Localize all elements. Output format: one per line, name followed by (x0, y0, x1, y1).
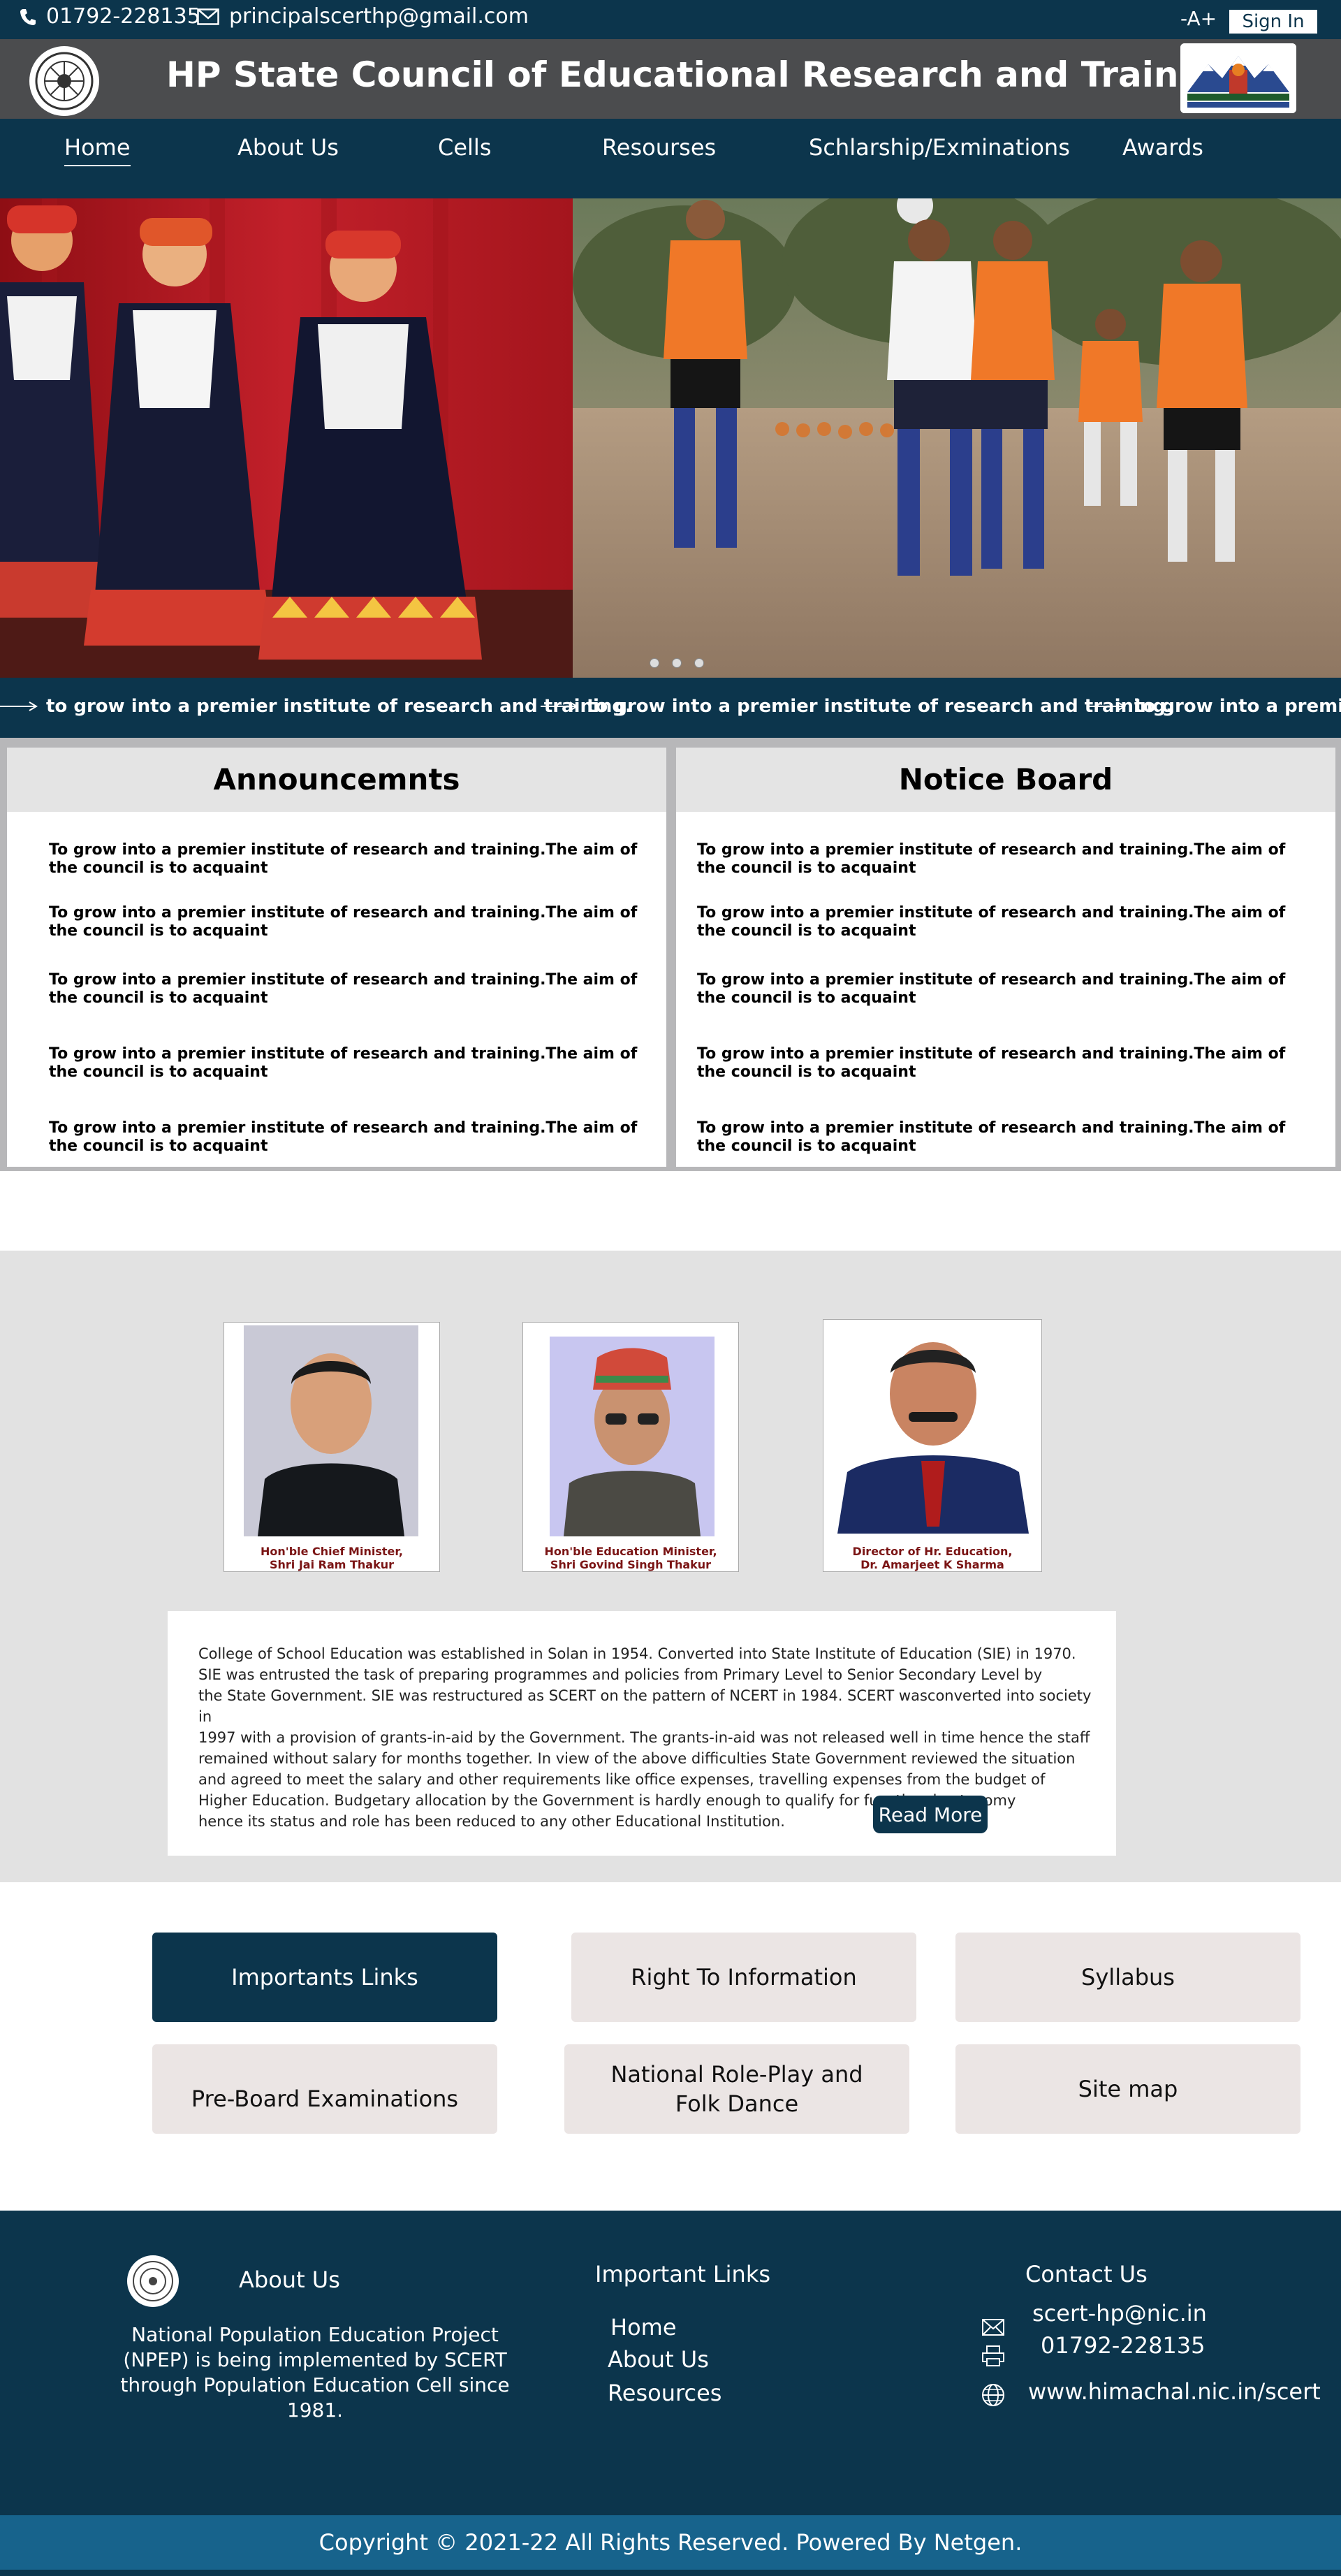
official-card-education-minister: Hon'ble Education Minister, Shri Govind … (522, 1322, 739, 1572)
footer-contact-website[interactable]: www.himachal.nic.in/scert (1028, 2378, 1321, 2405)
official-caption-line1: Hon'ble Chief Minister, (261, 1545, 403, 1558)
right-to-information-button[interactable]: Right To Information (571, 1933, 916, 2022)
footer-link-home[interactable]: Home (610, 2314, 677, 2341)
national-role-play-folk-dance-button[interactable]: National Role-Play and Folk Dance (564, 2044, 909, 2134)
scert-emblem-logo[interactable] (29, 46, 99, 116)
announcement-item[interactable]: To grow into a premier institute of rese… (49, 841, 650, 878)
nav-home[interactable]: Home (64, 134, 131, 166)
email-contact[interactable]: principalscerthp@gmail.com (197, 4, 529, 29)
notice-item[interactable]: To grow into a premier institute of rese… (697, 971, 1298, 1007)
copyright-bar: Copyright © 2021-22 All Rights Reserved.… (0, 2515, 1341, 2570)
nav-resources[interactable]: Resourses (602, 134, 716, 161)
emblem-icon (133, 2261, 173, 2301)
notice-item[interactable]: To grow into a premier institute of rese… (697, 1045, 1298, 1082)
mail-icon (982, 2319, 1004, 2336)
syllabus-button[interactable]: Syllabus (955, 1933, 1300, 2022)
ticker-text: to grow into a premier institute of rese… (587, 696, 1173, 717)
nav-awards[interactable]: Awards (1122, 134, 1203, 161)
himachal-government-logo[interactable] (1180, 43, 1296, 113)
official-card-chief-minister: Hon'ble Chief Minister, Shri Jai Ram Tha… (224, 1322, 440, 1572)
about-summary-box: College of School Education was establis… (168, 1611, 1116, 1856)
announcements-panel: Announcemnts To grow into a premier inst… (7, 748, 666, 1167)
arrow-right-icon (0, 701, 38, 711)
footer-link-resources[interactable]: Resources (608, 2380, 721, 2406)
announcement-item[interactable]: To grow into a premier institute of rese… (49, 1045, 650, 1082)
font-size-control[interactable]: -A+ (1180, 7, 1217, 30)
announcement-item[interactable]: To grow into a premier institute of rese… (49, 904, 650, 940)
ticker-item[interactable]: to grow into a premier institute of rese… (0, 696, 632, 717)
important-links-button[interactable]: Importants Links (152, 1933, 497, 2022)
slider-dot-1[interactable] (650, 658, 659, 668)
nav-scholarship-examinations[interactable]: Schlarship/Exminations (809, 134, 1070, 161)
pre-board-examinations-button[interactable]: Pre-Board Examinations (152, 2044, 497, 2134)
nav-about-us[interactable]: About Us (237, 134, 339, 161)
email-address[interactable]: principalscerthp@gmail.com (229, 4, 529, 29)
notice-item[interactable]: To grow into a premier institute of rese… (697, 904, 1298, 940)
hero-slider[interactable] (0, 198, 1341, 678)
slider-dots (650, 658, 704, 668)
chief-minister-photo (244, 1325, 418, 1536)
footer-about-text: National Population Education Project (N… (120, 2323, 510, 2422)
nav-cells[interactable]: Cells (438, 134, 491, 161)
notice-board-title: Notice Board (676, 748, 1335, 812)
footer-contact-phone: 01792-228135 (1041, 2332, 1206, 2359)
announcement-item[interactable]: To grow into a premier institute of rese… (49, 971, 650, 1007)
phone-contact: 01792-228135 (20, 4, 200, 29)
site-header: HP State Council of Educational Research… (0, 39, 1341, 119)
hero-slide-image (0, 198, 1341, 678)
official-caption-line2: Dr. Amarjeet K Sharma (860, 1558, 1004, 1571)
slider-dot-2[interactable] (672, 658, 682, 668)
education-minister-photo (550, 1337, 715, 1536)
official-caption-line1: Director of Hr. Education, (852, 1545, 1013, 1558)
slider-dot-3[interactable] (694, 658, 704, 668)
top-contact-bar: 01792-228135 principalscerthp@gmail.com … (0, 0, 1341, 39)
announcements-title: Announcemnts (7, 748, 666, 812)
notice-item[interactable]: To grow into a premier institute of rese… (697, 1119, 1298, 1156)
footer-link-about-us[interactable]: About Us (608, 2346, 709, 2373)
main-navigation: Home About Us Cells Resourses Schlarship… (0, 119, 1341, 198)
official-caption-line1: Hon'ble Education Minister, (544, 1545, 717, 1558)
sign-in-button[interactable]: Sign In (1229, 10, 1317, 34)
arrow-right-icon (541, 701, 578, 711)
notice-board-panel: Notice Board To grow into a premier inst… (676, 748, 1335, 1167)
official-caption-line2: Shri Jai Ram Thakur (269, 1558, 395, 1571)
announcement-item[interactable]: To grow into a premier institute of rese… (49, 1119, 650, 1156)
footer-links-title: Important Links (595, 2261, 771, 2287)
read-more-button[interactable]: Read More (873, 1796, 988, 1833)
boards-section: Announcemnts To grow into a premier inst… (0, 738, 1341, 1171)
footer-contact-email[interactable]: scert-hp@nic.in (1032, 2300, 1207, 2327)
notice-item[interactable]: To grow into a premier institute of rese… (697, 841, 1298, 878)
official-caption-line2: Shri Govind Singh Thakur (550, 1558, 712, 1571)
mail-icon (197, 8, 219, 25)
site-title: HP State Council of Educational Research… (166, 54, 1240, 95)
news-ticker: to grow into a premier institute of rese… (0, 678, 1341, 738)
officials-section: Hon'ble Chief Minister, Shri Jai Ram Tha… (0, 1251, 1341, 1882)
printer-icon (982, 2345, 1004, 2366)
globe-icon (982, 2384, 1004, 2406)
site-map-button[interactable]: Site map (955, 2044, 1300, 2134)
emblem-icon (35, 52, 94, 110)
ticker-text: to grow into a premier ins (1134, 696, 1341, 717)
official-card-director: Director of Hr. Education, Dr. Amarjeet … (823, 1319, 1042, 1572)
footer-contact-title: Contact Us (1025, 2261, 1148, 2287)
footer-about-title: About Us (239, 2266, 340, 2293)
phone-icon (20, 8, 36, 25)
ticker-item[interactable]: to grow into a premier institute of rese… (541, 696, 1173, 717)
phone-number: 01792-228135 (46, 4, 200, 29)
arrow-right-icon (1088, 701, 1126, 711)
director-photo (830, 1324, 1036, 1534)
footer-emblem-logo (127, 2255, 179, 2307)
ticker-item[interactable]: to grow into a premier ins (1088, 696, 1341, 717)
